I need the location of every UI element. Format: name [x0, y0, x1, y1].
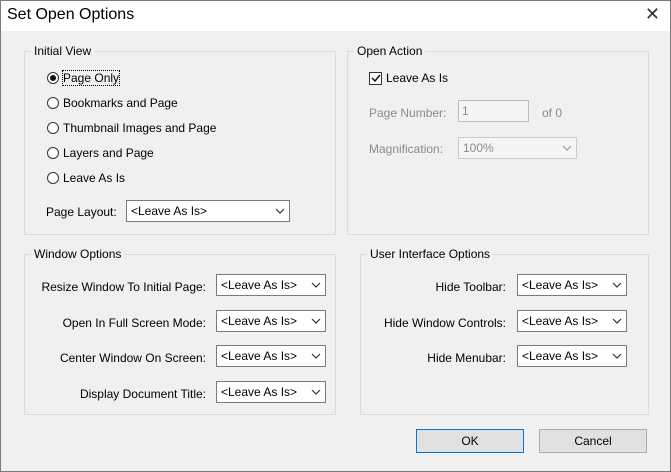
- page-count-text: of 0: [542, 106, 563, 120]
- chevron-down-icon[interactable]: [558, 138, 576, 158]
- magnification-label: Magnification:: [369, 142, 444, 156]
- resize-window-label: Resize Window To Initial Page:: [41, 280, 206, 294]
- chevron-down-icon[interactable]: [307, 346, 325, 366]
- page-number-field[interactable]: 1: [458, 100, 529, 122]
- select-value: <Leave As Is>: [522, 314, 599, 328]
- radio-button-icon[interactable]: [47, 97, 59, 109]
- radio-label: Page Only: [61, 70, 121, 86]
- center-window-select[interactable]: <Leave As Is>: [216, 345, 326, 367]
- initial-view-group: Initial View Page Only Bookmarks and Pag…: [24, 44, 336, 235]
- radio-layers-and-page[interactable]: Layers and Page: [47, 146, 154, 160]
- select-value: <Leave As Is>: [221, 349, 298, 363]
- cancel-button[interactable]: Cancel: [539, 429, 647, 453]
- radio-page-only[interactable]: Page Only: [47, 70, 121, 86]
- chevron-down-icon[interactable]: [307, 382, 325, 402]
- display-document-title-label: Display Document Title:: [79, 387, 206, 401]
- user-interface-options-label: User Interface Options: [367, 247, 494, 261]
- radio-label: Leave As Is: [63, 171, 126, 185]
- radio-label: Layers and Page: [63, 146, 154, 160]
- close-icon[interactable]: ✕: [645, 4, 660, 25]
- title-bar: Set Open Options ✕: [1, 1, 670, 31]
- radio-label: Thumbnail Images and Page: [63, 121, 217, 135]
- page-layout-select[interactable]: <Leave As Is>: [126, 200, 290, 222]
- open-action-label: Open Action: [354, 44, 426, 58]
- radio-button-icon[interactable]: [47, 147, 59, 159]
- resize-window-select[interactable]: <Leave As Is>: [216, 274, 326, 296]
- open-action-group: Open Action Leave As Is Page Number: 1 o…: [347, 44, 649, 235]
- page-number-label: Page Number:: [369, 106, 447, 120]
- radio-leave-as-is[interactable]: Leave As Is: [47, 171, 125, 185]
- center-window-label: Center Window On Screen:: [59, 351, 206, 365]
- ok-button[interactable]: OK: [416, 429, 524, 453]
- chevron-down-icon[interactable]: [608, 311, 626, 331]
- full-screen-mode-select[interactable]: <Leave As Is>: [216, 310, 326, 332]
- select-value: <Leave As Is>: [522, 278, 599, 292]
- select-value: <Leave As Is>: [221, 278, 298, 292]
- initial-view-label: Initial View: [31, 44, 95, 58]
- page-layout-label: Page Layout:: [46, 205, 117, 219]
- full-screen-mode-label: Open In Full Screen Mode:: [62, 316, 206, 330]
- page-layout-value: <Leave As Is>: [131, 204, 208, 218]
- chevron-down-icon[interactable]: [608, 275, 626, 295]
- chevron-down-icon[interactable]: [271, 201, 289, 221]
- radio-thumbnail-images-and-page[interactable]: Thumbnail Images and Page: [47, 121, 216, 135]
- window-options-group: Window Options Resize Window To Initial …: [24, 247, 336, 415]
- chevron-down-icon[interactable]: [307, 275, 325, 295]
- window-options-label: Window Options: [31, 247, 125, 261]
- chevron-down-icon[interactable]: [608, 346, 626, 366]
- radio-button-icon[interactable]: [47, 72, 59, 84]
- set-open-options-dialog: Set Open Options ✕ Initial View Page Onl…: [0, 0, 671, 472]
- hide-toolbar-select[interactable]: <Leave As Is>: [517, 274, 627, 296]
- select-value: <Leave As Is>: [221, 385, 298, 399]
- leave-as-is-checkbox-row[interactable]: Leave As Is: [369, 71, 448, 85]
- user-interface-options-group: User Interface Options Hide Toolbar: <Le…: [360, 247, 649, 415]
- hide-menubar-select[interactable]: <Leave As Is>: [517, 345, 627, 367]
- radio-button-icon[interactable]: [47, 172, 59, 184]
- hide-toolbar-label: Hide Toolbar:: [435, 280, 507, 294]
- display-document-title-select[interactable]: <Leave As Is>: [216, 381, 326, 403]
- leave-as-is-checkbox-label: Leave As Is: [386, 71, 449, 85]
- select-value: <Leave As Is>: [522, 349, 599, 363]
- chevron-down-icon[interactable]: [307, 311, 325, 331]
- hide-menubar-label: Hide Menubar:: [427, 351, 506, 365]
- select-value: <Leave As Is>: [221, 314, 298, 328]
- radio-button-icon[interactable]: [47, 122, 59, 134]
- checkmark-icon[interactable]: [369, 71, 382, 85]
- dialog-title: Set Open Options: [7, 6, 135, 23]
- magnification-select[interactable]: 100%: [458, 137, 577, 159]
- radio-label: Bookmarks and Page: [63, 96, 178, 110]
- radio-bookmarks-and-page[interactable]: Bookmarks and Page: [47, 96, 178, 110]
- magnification-value: 100%: [463, 141, 494, 155]
- hide-window-controls-select[interactable]: <Leave As Is>: [517, 310, 627, 332]
- hide-window-controls-label: Hide Window Controls:: [383, 316, 506, 330]
